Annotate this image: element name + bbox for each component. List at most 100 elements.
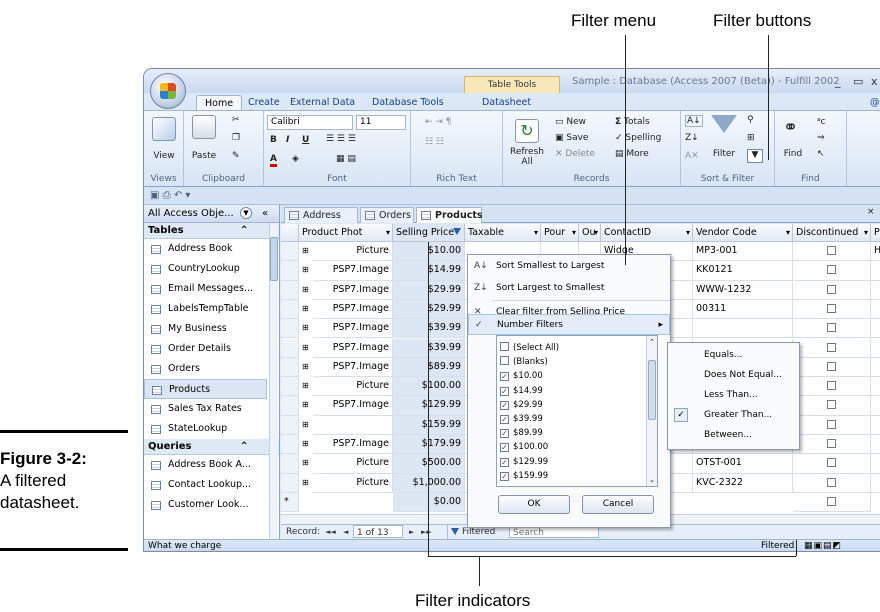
column-dropdown-icon[interactable]: ▾ — [786, 224, 790, 241]
row-selector[interactable] — [281, 242, 299, 262]
sort-ascending-icon[interactable]: A↓ — [685, 115, 703, 127]
replace-icon[interactable]: ᵃc — [817, 117, 825, 127]
expand-icon[interactable]: ⊞ — [299, 454, 313, 473]
expand-icon[interactable]: ⊞ — [299, 281, 313, 300]
doc-tab-products[interactable]: Products — [416, 207, 483, 223]
discontinued-checkbox[interactable] — [827, 246, 836, 255]
filter-value-checkbox[interactable]: ✓ — [500, 429, 509, 439]
clear-sort-icon[interactable]: A✕ — [685, 151, 699, 161]
column-header[interactable]: Product Phot ▾ — [299, 224, 393, 242]
row-selector[interactable] — [281, 435, 299, 455]
close-button[interactable]: x — [871, 75, 878, 88]
column-header[interactable]: Pour ▾ — [541, 224, 579, 242]
nav-item[interactable]: Address Book A... — [144, 455, 279, 475]
column-header-selling-price[interactable]: Selling Price — [393, 224, 465, 242]
collapse-group-icon[interactable]: ⌃ — [240, 223, 248, 238]
column-header[interactable]: ContactID ▾ — [601, 224, 693, 242]
nav-item[interactable]: My Business — [144, 319, 279, 339]
filter-value-item[interactable]: (Blanks) — [500, 356, 548, 370]
column-dropdown-icon[interactable]: ▾ — [864, 224, 868, 241]
refresh-button[interactable]: Refresh — [505, 147, 549, 157]
row-selector[interactable] — [281, 280, 299, 300]
submenu-between[interactable]: Between... — [668, 425, 799, 445]
more-button[interactable]: ▤ More — [615, 149, 649, 159]
cancel-button[interactable]: Cancel — [582, 495, 654, 514]
filter-button[interactable]: Filter — [709, 149, 739, 159]
row-selector[interactable] — [281, 357, 299, 378]
nav-item[interactable]: Contact Lookup... — [144, 475, 279, 495]
expand-icon[interactable]: ⊞ — [299, 435, 313, 454]
row-selector[interactable] — [281, 396, 299, 416]
nav-scroll-thumb[interactable] — [270, 237, 278, 281]
submenu-less-than[interactable]: Less Than... — [668, 385, 799, 405]
number-filters-item[interactable]: ✓ Number Filters ▸ — [468, 314, 670, 335]
discontinued-checkbox[interactable] — [827, 477, 836, 487]
filter-value-item[interactable]: ✓ $39.99 — [500, 413, 543, 427]
filter-indicator-icon[interactable] — [453, 228, 461, 235]
font-color-icon[interactable]: A — [270, 154, 277, 167]
collapse-group-icon[interactable]: ⌃ — [240, 439, 248, 454]
undo-icon[interactable]: ↶ — [174, 190, 182, 201]
close-doc-icon[interactable]: × — [867, 207, 875, 217]
nav-item[interactable]: Address Book — [144, 239, 279, 259]
view-icon[interactable] — [152, 117, 176, 141]
advanced-filter-icon[interactable]: ⊞ — [747, 133, 755, 143]
column-header[interactable]: Vendor Code ▾ — [693, 224, 793, 242]
queries-group-header[interactable]: Queries ⌃ — [144, 439, 279, 455]
nav-item[interactable]: Order Details — [144, 339, 279, 359]
expand-icon[interactable]: ⊞ — [299, 377, 313, 396]
nav-item[interactable]: Customer Look... — [144, 495, 279, 515]
nav-item[interactable]: Orders — [144, 359, 279, 379]
format-painter-icon[interactable]: ✎ — [232, 151, 240, 161]
dropdown-icon[interactable]: ▾ — [185, 190, 190, 201]
paste-icon[interactable] — [192, 115, 216, 139]
print-icon[interactable]: ⎙ — [163, 190, 171, 201]
nav-item[interactable]: Email Messages... — [144, 279, 279, 299]
tab-datasheet[interactable]: Datasheet — [482, 95, 531, 110]
row-selector[interactable] — [281, 454, 299, 474]
column-header[interactable]: Pr — [871, 224, 880, 242]
filter-value-checkbox[interactable] — [500, 356, 509, 366]
submenu-not-equal[interactable]: Does Not Equal... — [668, 365, 799, 385]
expand-icon[interactable]: ⊞ — [299, 319, 313, 338]
row-selector[interactable] — [281, 299, 299, 320]
doc-tab-address-book[interactable]: Address Book — [284, 207, 358, 236]
save-record-button[interactable]: ▣ Save — [555, 133, 588, 143]
discontinued-checkbox[interactable] — [827, 496, 836, 506]
expand-icon[interactable]: ⊞ — [299, 396, 313, 415]
discontinued-checkbox[interactable] — [827, 439, 836, 448]
doc-tab-orders[interactable]: Orders — [360, 207, 414, 223]
filter-value-item[interactable]: ✓ $100.00 — [500, 441, 548, 455]
ok-button[interactable]: OK — [498, 495, 570, 514]
expand-icon[interactable]: ⊞ — [299, 416, 313, 435]
maximize-button[interactable]: ▭ — [853, 75, 863, 88]
filter-value-item[interactable]: ✓ $89.99 — [500, 427, 543, 441]
column-header[interactable]: Taxable ▾ — [465, 224, 541, 242]
filter-value-item[interactable]: ✓ $29.99 — [500, 399, 543, 413]
row-selector[interactable] — [281, 261, 299, 281]
copy-icon[interactable]: ❐ — [232, 133, 240, 143]
italic-button[interactable]: I — [286, 135, 289, 145]
filter-value-checkbox[interactable]: ✓ — [500, 400, 509, 410]
column-header[interactable]: Ou ▾ — [579, 224, 601, 242]
tab-home[interactable]: Home — [196, 95, 243, 110]
row-selector[interactable] — [281, 319, 299, 339]
row-selector[interactable] — [281, 338, 299, 358]
new-record-button[interactable]: ▭ New — [555, 117, 586, 127]
filter-value-item[interactable]: ✓ $159.99 — [500, 470, 548, 484]
row-selector[interactable] — [281, 377, 299, 397]
paste-button[interactable]: Paste — [188, 151, 220, 161]
bold-button[interactable]: B — [270, 135, 277, 145]
nav-item[interactable]: StateLookup — [144, 419, 279, 439]
last-record-button[interactable]: ►► — [421, 525, 432, 539]
filter-value-item[interactable]: ✓ $10.00 — [500, 370, 543, 384]
submenu-equals[interactable]: Equals... — [668, 345, 799, 365]
save-icon[interactable]: ▣ — [150, 190, 159, 201]
list-icon[interactable]: ☷ ☷ — [425, 137, 444, 147]
sort-ascending-item[interactable]: A↓ Sort Smallest to Largest — [468, 256, 670, 277]
discontinued-checkbox[interactable] — [827, 284, 836, 294]
expand-icon[interactable]: ⊞ — [299, 339, 313, 358]
column-dropdown-icon[interactable]: ▾ — [572, 224, 576, 241]
row-selector[interactable] — [281, 415, 299, 435]
row-selector-header[interactable] — [281, 224, 299, 242]
